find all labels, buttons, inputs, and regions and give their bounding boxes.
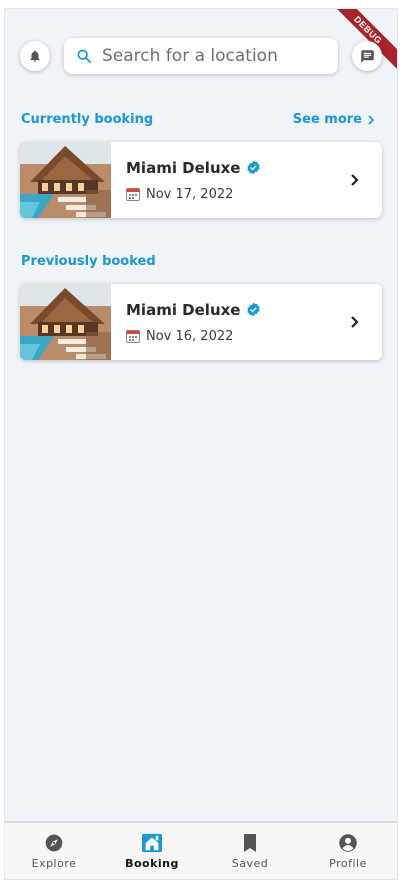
chevron-right-icon[interactable] — [340, 284, 370, 360]
search-icon — [76, 48, 92, 64]
hotel-image — [20, 142, 111, 218]
hotel-name: Miami Deluxe — [126, 300, 241, 319]
home-icon — [142, 833, 162, 852]
search-input[interactable]: Search for a location — [102, 46, 278, 66]
bookmark-icon — [244, 833, 256, 852]
verified-icon — [247, 160, 261, 175]
compass-icon — [45, 834, 63, 851]
nav-item-saved[interactable]: Saved — [201, 823, 299, 879]
see-more-link[interactable]: See more — [293, 112, 375, 127]
nav-label-profile: Profile — [329, 856, 367, 870]
booking-date: Nov 17, 2022 — [146, 186, 234, 202]
booking-date: Nov 16, 2022 — [146, 328, 234, 344]
chevron-right-icon[interactable] — [340, 142, 370, 218]
messages-button[interactable] — [352, 41, 382, 71]
app-screen: DEBUG Search for a location Currently bo… — [4, 8, 398, 880]
booking-info: Miami Deluxe Nov 17, 2022 — [111, 142, 340, 218]
bell-icon — [30, 50, 40, 62]
nav-item-explore[interactable]: Explore — [5, 823, 103, 879]
calendar-icon — [126, 188, 140, 201]
bottom-navigation: Explore Booking Saved Profile — [5, 821, 397, 879]
nav-label-explore: Explore — [31, 856, 77, 870]
currently-booking-title: Currently booking — [21, 112, 154, 127]
see-more-label: See more — [292, 112, 362, 127]
calendar-icon — [126, 330, 140, 343]
verified-icon — [247, 302, 261, 317]
hotel-name: Miami Deluxe — [126, 158, 241, 177]
chevron-right-icon — [368, 114, 375, 125]
nav-item-booking[interactable]: Booking — [103, 823, 201, 879]
search-bar[interactable]: Search for a location — [64, 38, 338, 74]
booking-card-previous[interactable]: Miami Deluxe Nov 16, 2022 — [20, 284, 382, 360]
nav-label-booking: Booking — [125, 856, 179, 870]
account-circle-icon — [339, 833, 357, 852]
nav-item-profile[interactable]: Profile — [299, 823, 397, 879]
previously-booked-title: Previously booked — [21, 254, 156, 269]
booking-info: Miami Deluxe Nov 16, 2022 — [111, 284, 340, 360]
booking-card-current[interactable]: Miami Deluxe Nov 17, 2022 — [20, 142, 382, 218]
nav-label-saved: Saved — [231, 856, 269, 870]
notifications-button[interactable] — [20, 41, 50, 71]
chat-icon — [360, 49, 374, 63]
hotel-image — [20, 284, 111, 360]
